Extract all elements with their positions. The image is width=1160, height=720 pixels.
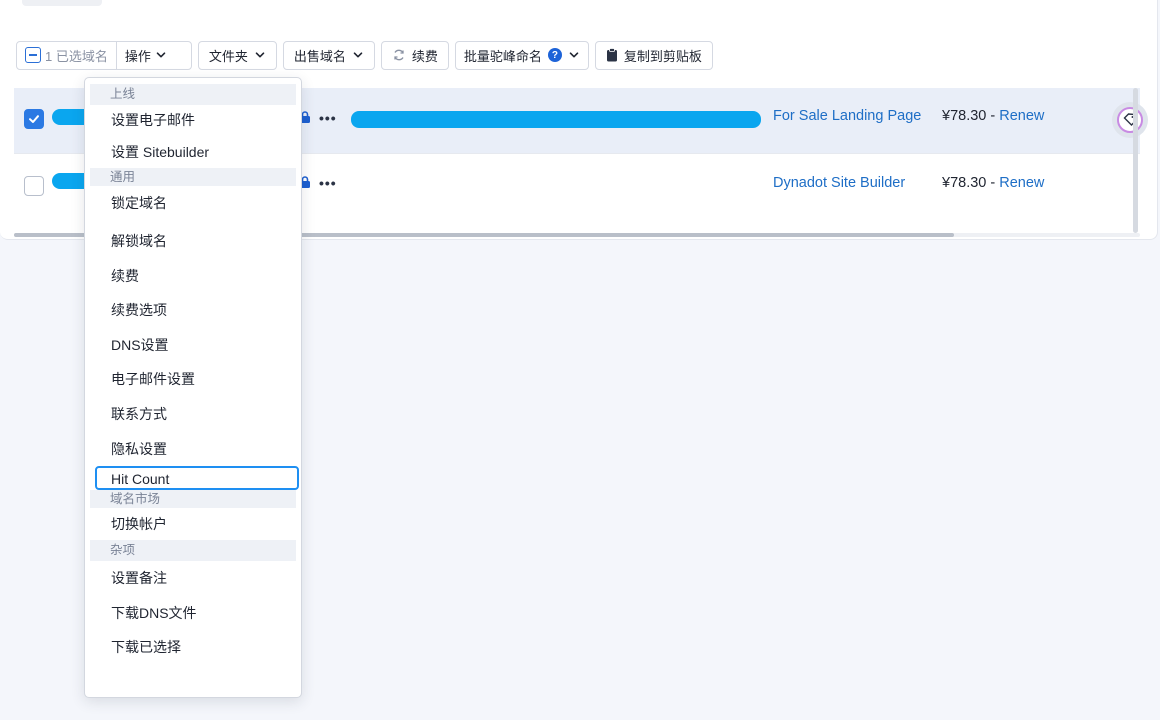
menu-section-general: 通用: [90, 168, 296, 186]
chevron-down-icon: [255, 52, 265, 58]
actions-dropdown-menu: 上线 设置电子邮件 设置 Sitebuilder 通用 锁定域名 解锁域名 续费…: [84, 77, 302, 698]
menu-item-renew-options[interactable]: 续费选项: [87, 293, 299, 328]
menu-section-misc: 杂项: [90, 540, 296, 562]
select-all-toggle[interactable]: 1 已选域名: [17, 42, 116, 69]
vertical-scrollbar[interactable]: [1133, 88, 1138, 233]
renew-price: ¥78.30 - Renew: [942, 175, 1044, 191]
menu-item-renew[interactable]: 续费: [87, 259, 299, 294]
help-icon[interactable]: ?: [547, 48, 562, 62]
price-value: ¥78.30: [942, 108, 987, 124]
renew-button[interactable]: 续费: [380, 40, 449, 70]
menu-item-download-dns[interactable]: 下载DNS文件: [87, 596, 299, 631]
row-checkbox[interactable]: [24, 109, 44, 129]
menu-item-set-email[interactable]: 设置电子邮件: [87, 105, 299, 136]
chevron-down-icon: [569, 52, 579, 58]
actions-label: 操作: [124, 48, 151, 64]
actions-dropdown-button[interactable]: 操作: [115, 41, 191, 69]
renew-link[interactable]: Renew: [999, 108, 1044, 124]
partial-checkbox-icon[interactable]: [25, 47, 41, 63]
menu-item-unlock-domain[interactable]: 解锁域名: [87, 224, 299, 259]
chevron-down-icon: [156, 52, 166, 58]
check-icon: [29, 115, 39, 123]
menu-item-switch-account[interactable]: 切换帐户: [87, 508, 299, 540]
folder-dropdown-button[interactable]: 文件夹: [197, 40, 277, 70]
selected-count: 1 已选域名: [45, 48, 108, 64]
menu-item-lock-domain[interactable]: 锁定域名: [87, 186, 299, 224]
menu-item-set-note[interactable]: 设置备注: [87, 561, 299, 596]
renew-price: ¥78.30 - Renew: [942, 108, 1044, 124]
top-tab-stub: [22, 0, 102, 6]
menu-item-privacy-settings[interactable]: 隐私设置: [87, 432, 299, 467]
more-options-icon[interactable]: •••: [319, 175, 337, 191]
sell-label: 出售域名: [293, 48, 346, 64]
menu-item-email-settings[interactable]: 电子邮件设置: [87, 362, 299, 397]
menu-section-market: 域名市场: [90, 490, 296, 509]
site-link[interactable]: Dynadot Site Builder: [773, 175, 905, 191]
sell-domain-dropdown-button[interactable]: 出售域名: [282, 40, 375, 70]
chevron-down-icon: [353, 52, 363, 58]
clipboard-icon: [606, 48, 617, 62]
menu-item-set-sitebuilder[interactable]: 设置 Sitebuilder: [87, 136, 299, 168]
copy-to-clipboard-button[interactable]: 复制到剪贴板: [594, 40, 713, 70]
tag-button[interactable]: [1112, 102, 1148, 138]
selection-actions-group: 1 已选域名 操作: [16, 40, 192, 70]
menu-item-download-selected[interactable]: 下载已选择: [87, 630, 299, 665]
copy-label: 复制到剪贴板: [623, 48, 702, 64]
renew-link[interactable]: Renew: [999, 175, 1044, 191]
row-checkbox[interactable]: [24, 176, 44, 196]
menu-section-online: 上线: [90, 84, 296, 105]
site-link[interactable]: For Sale Landing Page: [773, 108, 921, 124]
renew-label: 续费: [411, 48, 438, 64]
bulk-toolbar: 1 已选域名 操作 文件夹 出售域名 续费 批量驼峰命名 ? 复制到剪贴板: [16, 40, 713, 70]
bulk-camel-label: 批量驼峰命名: [463, 48, 542, 64]
menu-item-dns-settings[interactable]: DNS设置: [87, 328, 299, 363]
tag-icon: [1117, 107, 1143, 133]
domain-info-redacted: [351, 111, 761, 128]
menu-item-hit-count[interactable]: Hit Count: [95, 466, 299, 491]
bulk-camel-case-dropdown-button[interactable]: 批量驼峰命名 ?: [454, 40, 589, 70]
refresh-icon: [394, 49, 404, 61]
more-options-icon[interactable]: •••: [319, 110, 337, 126]
price-separator: -: [986, 175, 1000, 191]
price-separator: -: [986, 108, 1000, 124]
folder-label: 文件夹: [208, 48, 248, 64]
menu-item-contacts[interactable]: 联系方式: [87, 397, 299, 432]
price-value: ¥78.30: [942, 175, 987, 191]
